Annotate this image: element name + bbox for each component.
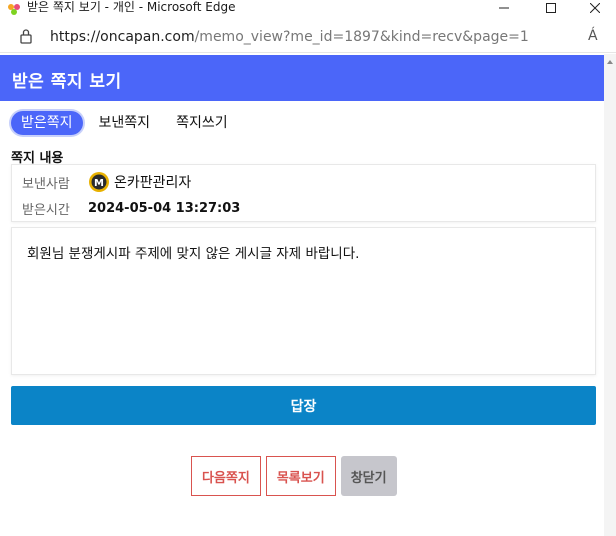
- tab-received[interactable]: 받은쪽지: [11, 111, 83, 135]
- page-title: 받은 쪽지 보기: [12, 72, 122, 92]
- minimize-icon: [499, 7, 509, 9]
- maximize-icon: [546, 3, 556, 13]
- sender-row: 보낸사람 M 온카판관리자: [22, 170, 191, 194]
- url-path: /memo_view?me_id=1897&kind=recv&page=1: [194, 29, 529, 45]
- sender-key: 보낸사람: [22, 176, 70, 192]
- next-memo-button[interactable]: 다음쪽지: [191, 456, 261, 496]
- scrollbar[interactable]: [604, 54, 616, 536]
- sender-name[interactable]: 온카판관리자: [114, 172, 191, 192]
- memo-content-text: 회원님 분쟁게시파 주제에 맞지 않은 게시글 자제 바랍니다.: [27, 246, 360, 262]
- received-time-value: 2024-05-04 13:27:03: [88, 200, 241, 216]
- close-icon: [590, 3, 600, 13]
- window-title: 받은 쪽지 보기 - 개인 - Microsoft Edge: [27, 0, 236, 14]
- read-aloud-icon[interactable]: Á: [588, 28, 598, 44]
- url-domain: https://oncapan.com: [50, 29, 195, 45]
- list-view-button[interactable]: 목록보기: [265, 456, 336, 496]
- window-titlebar: 받은 쪽지 보기 - 개인 - Microsoft Edge: [0, 0, 616, 18]
- reply-button[interactable]: 답장: [11, 386, 596, 425]
- bottom-actions: 다음쪽지 목록보기 창닫기: [191, 456, 397, 496]
- address-bar[interactable]: https://oncapan.com/memo_view?me_id=1897…: [0, 20, 616, 53]
- url-text[interactable]: https://oncapan.com/memo_view?me_id=1897…: [50, 29, 529, 45]
- maximize-button[interactable]: [528, 0, 574, 16]
- scroll-up-arrow-icon[interactable]: [607, 60, 613, 64]
- tab-sent[interactable]: 보낸쪽지: [89, 111, 161, 135]
- minimize-button[interactable]: [481, 0, 527, 16]
- close-popup-button[interactable]: 창닫기: [340, 456, 397, 496]
- received-time-key: 받은시간: [22, 202, 70, 218]
- memo-info-box: 보낸사람 M 온카판관리자 받은시간 2024-05-04 13:27:03: [11, 164, 596, 222]
- memo-content-box: 회원님 분쟁게시파 주제에 맞지 않은 게시글 자제 바랍니다.: [11, 227, 596, 375]
- app-icon: [8, 4, 20, 15]
- svg-text:M: M: [94, 178, 104, 189]
- close-window-button[interactable]: [572, 0, 616, 16]
- received-time-row: 받은시간 2024-05-04 13:27:03: [22, 196, 240, 220]
- tab-write[interactable]: 쪽지쓰기: [166, 111, 238, 135]
- sender-badge-icon: M: [89, 172, 109, 192]
- lock-icon[interactable]: [19, 28, 33, 44]
- memo-tabs: 받은쪽지 보낸쪽지 쪽지쓰기: [11, 111, 244, 135]
